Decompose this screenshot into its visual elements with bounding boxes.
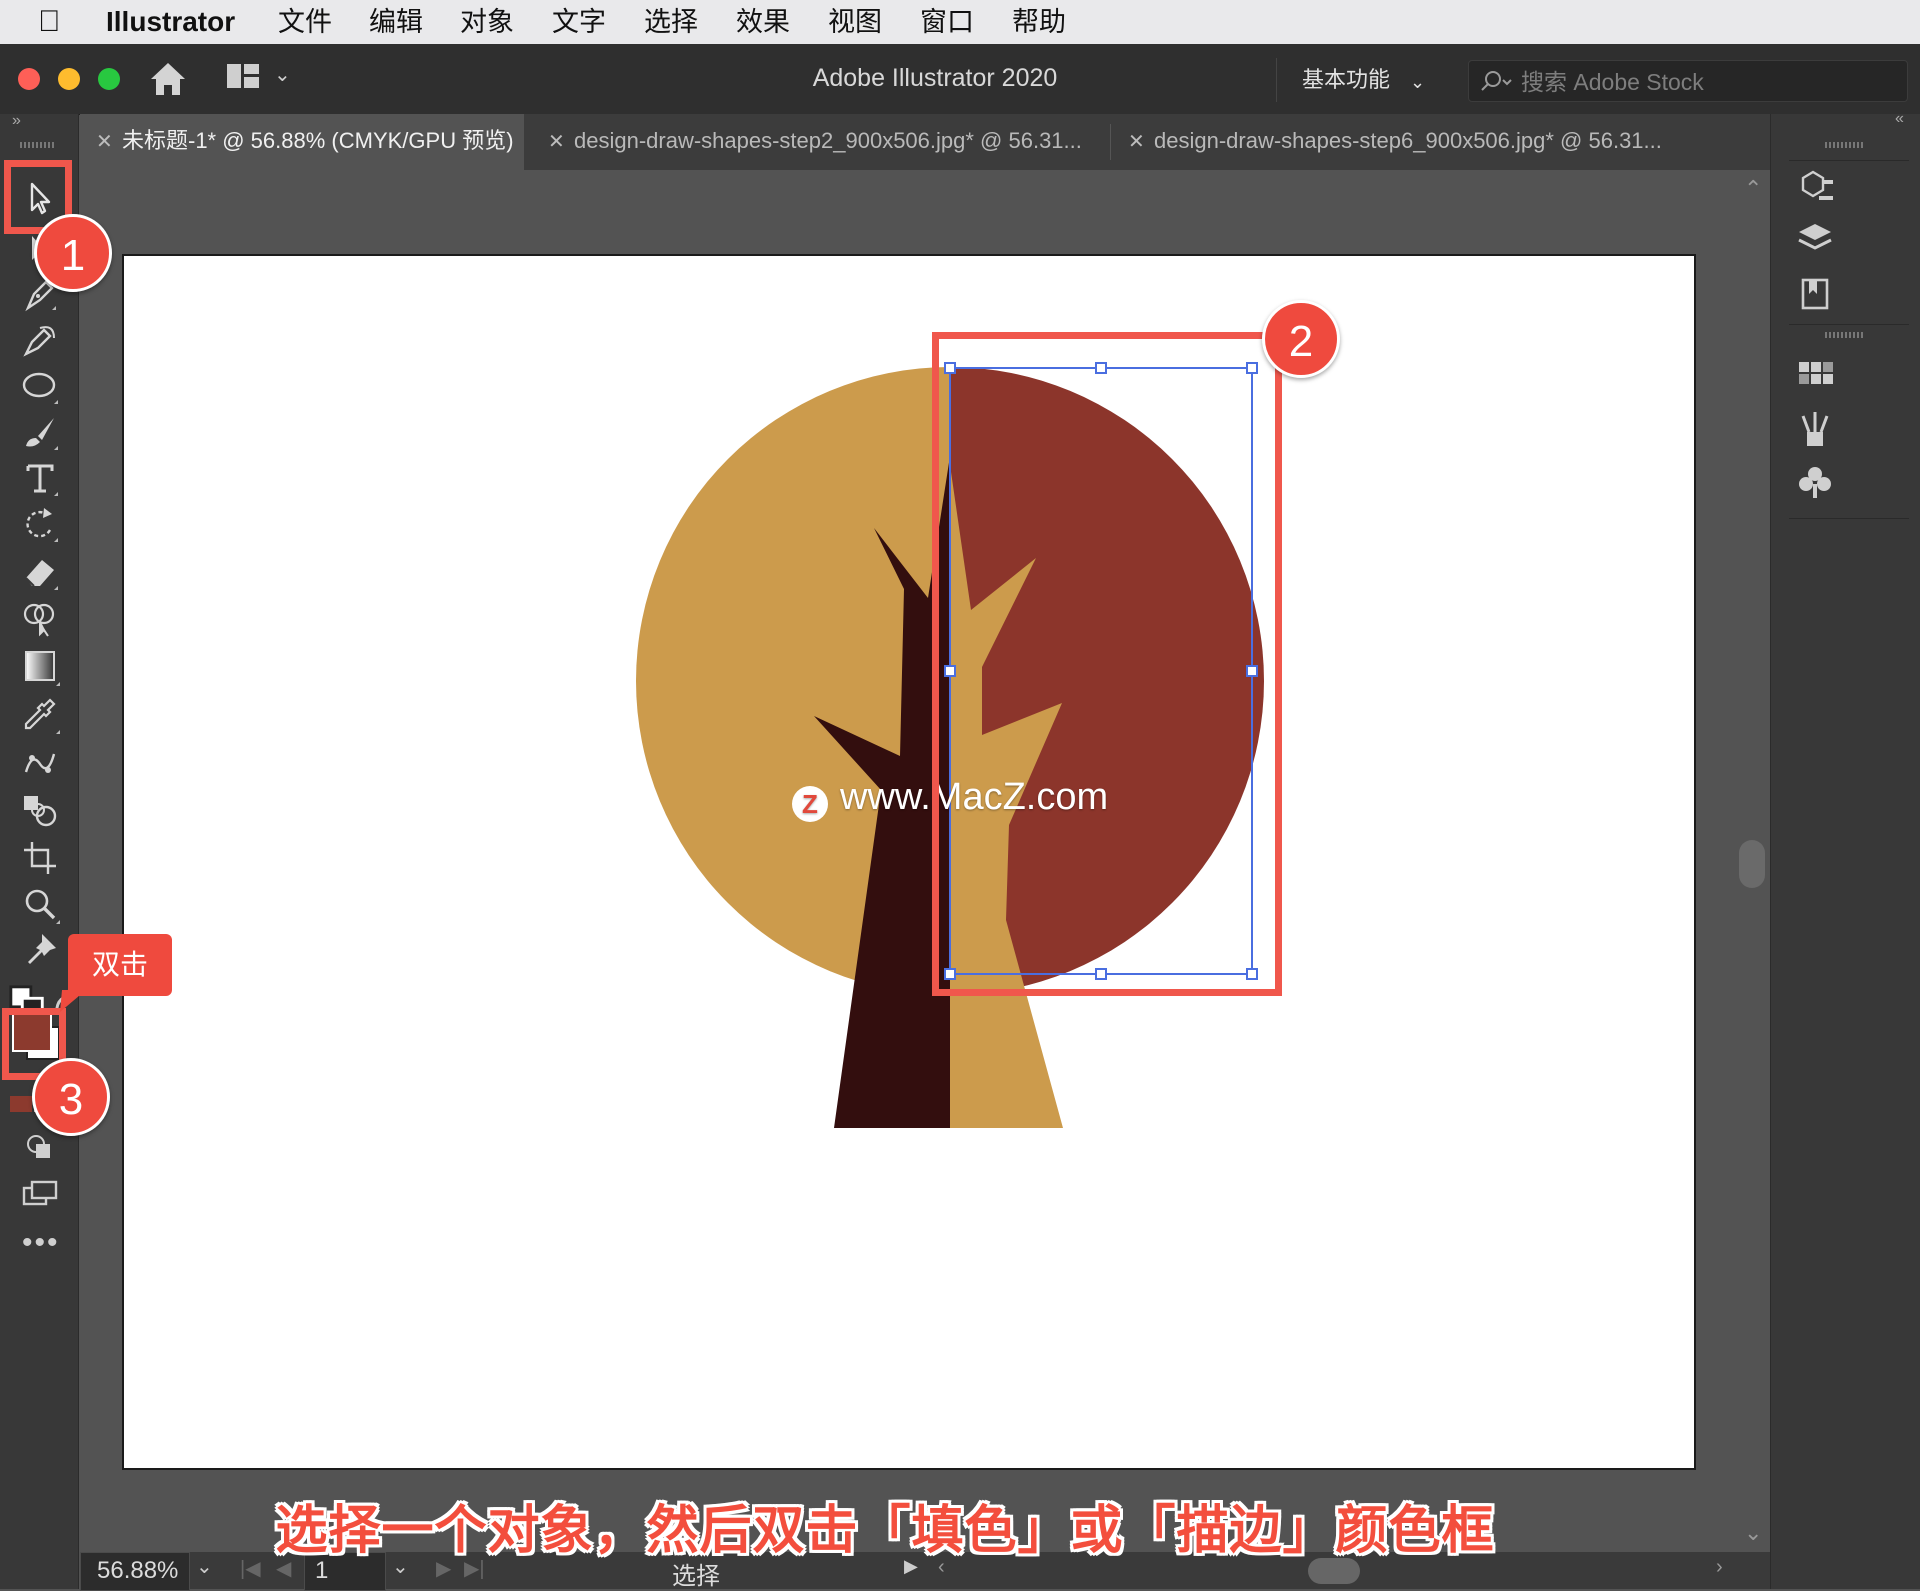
gradient-tool[interactable]	[20, 646, 60, 686]
menu-file[interactable]: 文件	[278, 0, 332, 44]
color-mode-button[interactable]	[10, 1096, 32, 1112]
collapse-panel-icon[interactable]: «	[1895, 110, 1904, 128]
divider	[1789, 160, 1909, 161]
close-tab-icon[interactable]: ✕	[548, 115, 574, 169]
curvature-tool[interactable]	[20, 320, 60, 360]
menu-view[interactable]: 视图	[828, 0, 882, 44]
swatches-icon[interactable]	[1795, 354, 1835, 394]
blend-tool[interactable]	[20, 790, 60, 830]
libraries-icon[interactable]	[1795, 274, 1835, 314]
artboard-tool[interactable]	[20, 838, 60, 878]
home-icon[interactable]	[148, 60, 188, 98]
search-icon	[1481, 71, 1512, 91]
panel-grip[interactable]	[1825, 332, 1865, 338]
close-window-button[interactable]	[18, 68, 40, 90]
step-badge-3: 3	[32, 1058, 110, 1136]
expand-panel-icon[interactable]: »	[12, 112, 21, 130]
menu-help[interactable]: 帮助	[1012, 0, 1066, 44]
puppet-warp-tool[interactable]	[20, 742, 60, 782]
more-tools-icon[interactable]: •••	[22, 1226, 60, 1260]
divider	[1276, 58, 1277, 102]
tab-step6[interactable]: ✕ design-draw-shapes-step6_900x506.jpg* @…	[1120, 114, 1698, 170]
close-tab-icon[interactable]: ✕	[96, 115, 122, 169]
screen-mode-icon[interactable]	[20, 1174, 60, 1214]
workspace-switcher[interactable]: 基本功能	[1302, 58, 1390, 102]
step-badge-1: 1	[34, 214, 112, 292]
tab-label: 未标题-1* @ 56.88% (CMYK/GPU 预览)	[122, 128, 514, 153]
tab-step2[interactable]: ✕ design-draw-shapes-step2_900x506.jpg* @…	[540, 114, 1108, 170]
paintbrush-tool[interactable]	[20, 412, 60, 452]
step-badge-2: 2	[1262, 300, 1340, 378]
pin-tool[interactable]	[20, 930, 60, 970]
tab-label: design-draw-shapes-step6_900x506.jpg* @ …	[1154, 128, 1662, 153]
tab-label: design-draw-shapes-step2_900x506.jpg* @ …	[574, 128, 1082, 153]
menu-select[interactable]: 选择	[644, 0, 698, 44]
chevron-down-icon[interactable]: ⌄	[1410, 58, 1425, 102]
divider	[1789, 324, 1909, 325]
panels-dock: «	[1770, 110, 1920, 1589]
app-menu[interactable]: Illustrator	[106, 0, 235, 44]
tutorial-caption: 选择一个对象，然后双击「填色」或「描边」颜色框	[275, 1502, 1495, 1560]
zoom-tool[interactable]	[20, 884, 60, 924]
divider	[1110, 124, 1111, 160]
vertical-scrollbar[interactable]: ⌃ ⌄	[1736, 170, 1768, 1550]
z-logo-icon: Z	[792, 786, 828, 822]
double-click-label: 双击	[68, 934, 172, 996]
menu-window[interactable]: 窗口	[920, 0, 974, 44]
menu-effect[interactable]: 效果	[736, 0, 790, 44]
title-bar: ⌄ Adobe Illustrator 2020 基本功能 ⌄	[0, 44, 1920, 115]
menu-type[interactable]: 文字	[552, 0, 606, 44]
tools-panel: » •••	[0, 112, 79, 1589]
bubble-pointer	[60, 990, 86, 1012]
menu-edit[interactable]: 编辑	[369, 0, 423, 44]
panel-grip[interactable]	[20, 142, 56, 148]
chevron-up-icon[interactable]: ⌃	[1744, 176, 1762, 202]
eyedropper-tool[interactable]	[20, 694, 60, 734]
menu-bar:  Illustrator 文件 编辑 对象 文字 选择 效果 视图 窗口 帮助	[0, 0, 1920, 44]
stock-search-box[interactable]	[1468, 60, 1908, 103]
chevron-down-icon[interactable]: ⌄	[274, 62, 291, 87]
tab-untitled-1[interactable]: ✕ 未标题-1* @ 56.88% (CMYK/GPU 预览)	[80, 114, 524, 170]
brushes-icon[interactable]	[1795, 408, 1835, 448]
minimize-window-button[interactable]	[58, 68, 80, 90]
apple-menu-icon[interactable]: 	[38, 5, 61, 39]
arrange-documents-icon[interactable]	[226, 62, 260, 90]
rotate-tool[interactable]	[20, 504, 60, 544]
panel-grip[interactable]	[1825, 142, 1865, 148]
eraser-tool[interactable]	[20, 552, 60, 592]
symbols-icon[interactable]	[1795, 462, 1835, 502]
scroll-thumb[interactable]	[1739, 840, 1765, 888]
layers-icon[interactable]	[1795, 220, 1835, 260]
divider	[1789, 518, 1909, 519]
shape-builder-tool[interactable]	[20, 598, 60, 638]
type-tool[interactable]	[20, 458, 60, 498]
document-tabs: ✕ 未标题-1* @ 56.88% (CMYK/GPU 预览) ✕ design-d…	[80, 114, 1770, 170]
zoom-window-button[interactable]	[98, 68, 120, 90]
properties-icon[interactable]	[1795, 166, 1835, 206]
close-tab-icon[interactable]: ✕	[1128, 115, 1154, 169]
draw-normal-icon[interactable]	[20, 1128, 60, 1168]
ellipse-tool[interactable]	[20, 366, 60, 406]
highlight-selected-object	[932, 332, 1282, 996]
menu-object[interactable]: 对象	[460, 0, 514, 44]
window-title: Adobe Illustrator 2020	[812, 64, 1058, 92]
artwork	[636, 362, 1264, 1128]
search-input[interactable]	[1519, 61, 1893, 103]
